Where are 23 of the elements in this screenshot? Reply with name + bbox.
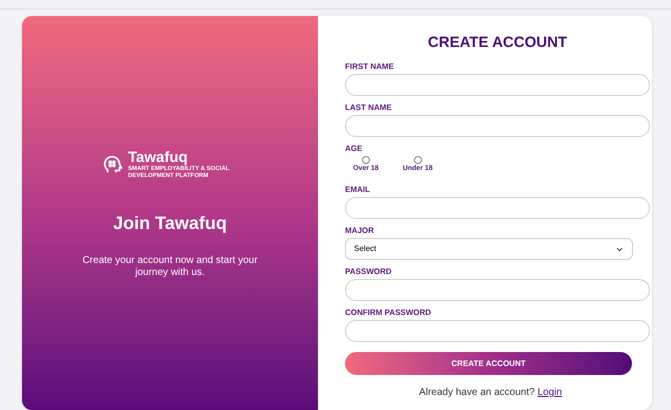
- field-label: EMAIL: [345, 185, 371, 195]
- radio-button[interactable]: [362, 156, 370, 164]
- field-label: AGE: [345, 144, 364, 154]
- join-title: Join Tawafuq: [113, 212, 227, 235]
- field-label: LAST NAME: [345, 103, 393, 113]
- input-field[interactable]: [345, 279, 650, 301]
- input-field[interactable]: [345, 115, 650, 137]
- input-field[interactable]: [345, 74, 650, 96]
- brand-name: Tawafuq: [128, 150, 188, 166]
- field-label: MAJOR: [345, 226, 375, 236]
- login-link[interactable]: Login: [537, 387, 562, 398]
- radio-button[interactable]: [414, 156, 422, 164]
- field-label: PASSWORD: [345, 267, 393, 277]
- select-field[interactable]: Select: [345, 238, 633, 260]
- form-title: CREATE ACCOUNT: [426, 34, 568, 52]
- input-field[interactable]: [345, 197, 650, 219]
- login-prompt: Already have an account?: [419, 387, 535, 398]
- intro-text: Create your account now and start your journey with us.: [81, 255, 259, 279]
- field-label: FIRST NAME: [345, 62, 395, 72]
- create-account-button[interactable]: CREATE ACCOUNT: [345, 352, 632, 375]
- select-value: Select: [354, 243, 376, 255]
- field-label: CONFIRM PASSWORD: [345, 308, 432, 318]
- input-field[interactable]: [345, 320, 650, 342]
